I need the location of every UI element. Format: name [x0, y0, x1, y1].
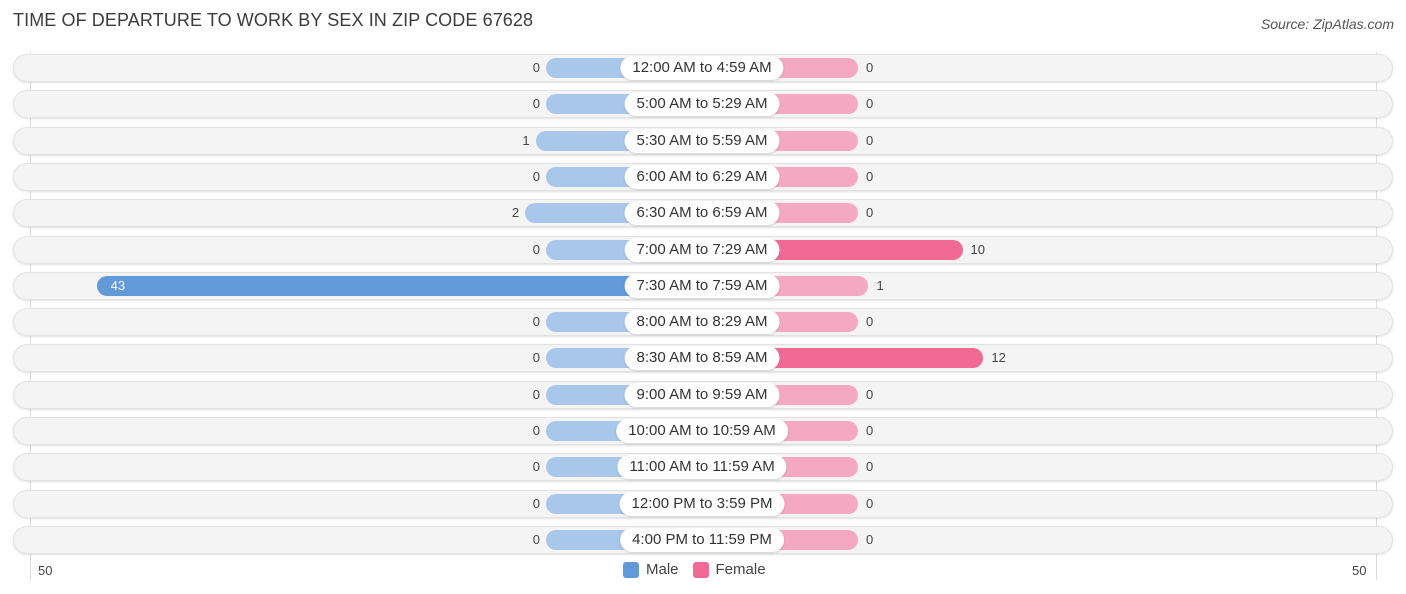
legend-label-female: Female: [715, 561, 766, 578]
value-label-female: 0: [866, 168, 874, 184]
legend-item-female[interactable]: Female: [692, 561, 766, 578]
category-label: 9:00 AM to 9:59 AM: [624, 382, 780, 407]
value-label-female: 0: [866, 386, 874, 402]
value-label-male: 0: [532, 495, 540, 511]
value-label-male: 0: [532, 60, 540, 75]
value-label-male: 0: [532, 459, 540, 475]
category-label: 6:30 AM to 6:59 AM: [624, 201, 780, 226]
category-label: 12:00 AM to 4:59 AM: [620, 56, 784, 80]
value-label-female: 0: [866, 531, 874, 547]
category-label: 6:00 AM to 6:29 AM: [624, 164, 780, 189]
bar-male[interactable]: [96, 275, 702, 296]
value-label-female: 0: [866, 205, 874, 221]
value-label-female: 0: [866, 60, 874, 75]
category-label: 10:00 AM to 10:59 AM: [616, 419, 788, 443]
value-label-female: 12: [991, 350, 1006, 366]
legend-item-male[interactable]: Male: [623, 561, 679, 578]
category-label: 12:00 PM to 3:59 PM: [619, 491, 785, 516]
value-label-male: 1: [522, 132, 530, 148]
value-label-male: 0: [532, 423, 540, 438]
category-label: 7:30 AM to 7:59 AM: [624, 273, 780, 298]
legend-label-male: Male: [646, 561, 679, 578]
category-label: 7:00 AM to 7:29 AM: [624, 237, 780, 262]
category-label: 5:00 AM to 5:29 AM: [624, 92, 780, 117]
value-label-male: 0: [532, 241, 540, 257]
legend-swatch-male: [623, 561, 639, 578]
value-label-female: 1: [876, 277, 884, 293]
category-label: 8:00 AM to 8:29 AM: [624, 310, 780, 335]
source-label: Source: ZipAtlas.com: [1260, 16, 1394, 32]
category-label: 11:00 AM to 11:59 AM: [617, 455, 787, 480]
value-label-male: 0: [532, 168, 540, 184]
category-label: 4:00 PM to 11:59 PM: [620, 527, 784, 552]
axis-tick-left: 50: [38, 563, 53, 578]
value-label-male: 43: [110, 277, 126, 293]
value-label-female: 0: [866, 495, 874, 511]
value-label-male: 2: [511, 205, 520, 221]
value-label-female: 0: [866, 459, 874, 475]
value-label-female: 10: [970, 241, 985, 257]
value-label-male: 0: [532, 96, 540, 112]
legend: Male Female: [623, 561, 780, 578]
chart-title: TIME OF DEPARTURE TO WORK BY SEX IN ZIP …: [13, 10, 534, 30]
category-label: 5:30 AM to 5:59 AM: [624, 128, 780, 153]
value-label-male: 0: [532, 314, 540, 330]
value-label-female: 0: [866, 423, 874, 438]
value-label-male: 0: [532, 350, 540, 366]
legend-swatch-female: [692, 561, 709, 578]
axis-tick-right: 50: [1352, 563, 1367, 578]
value-label-male: 0: [532, 386, 540, 402]
category-label: 8:30 AM to 8:59 AM: [624, 346, 780, 371]
value-label-female: 0: [866, 132, 874, 148]
value-label-female: 0: [866, 96, 874, 112]
value-label-female: 0: [866, 314, 874, 330]
value-label-male: 0: [532, 531, 540, 547]
